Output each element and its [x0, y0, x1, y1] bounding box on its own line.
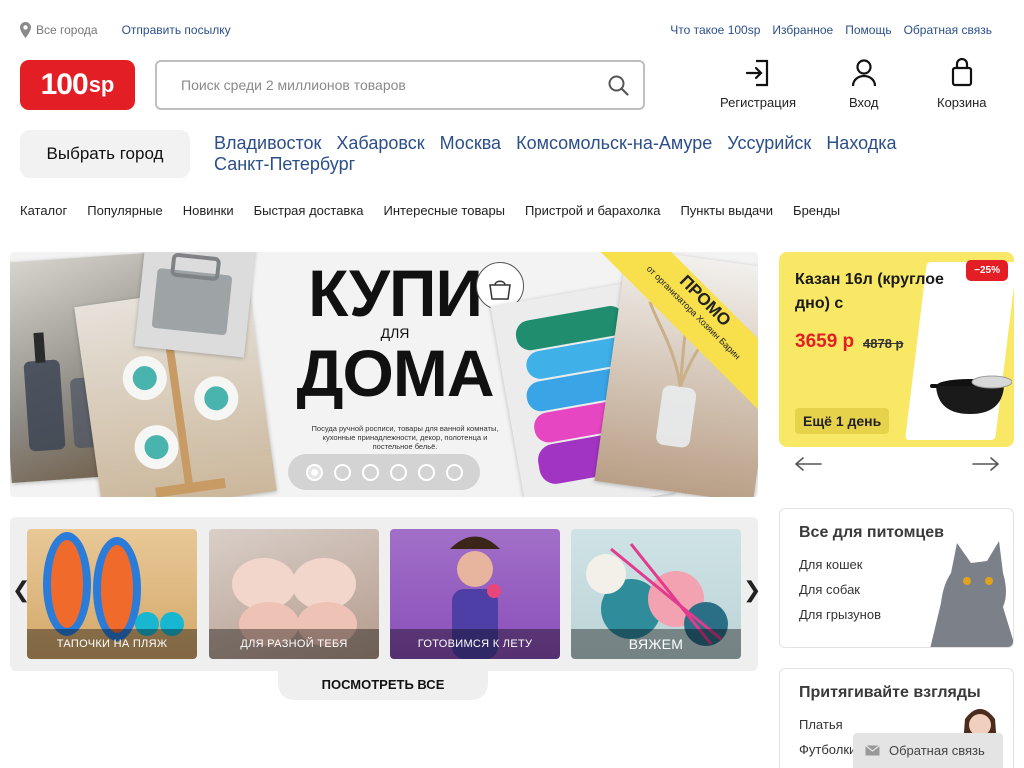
cart-bag-icon: [951, 58, 972, 87]
cart-label: Корзина: [937, 95, 987, 110]
site-logo[interactable]: 100 sp: [20, 60, 135, 110]
slider-dot[interactable]: [389, 463, 407, 481]
top-bar: Все города Отправить посылку Что такое 1…: [20, 18, 992, 42]
deal-old-price: 4878 р: [863, 336, 904, 351]
category-tile[interactable]: Для разной тебя: [209, 529, 379, 659]
banner-description: Посуда ручной росписи, товары для ванной…: [311, 424, 499, 451]
carousel-next-icon[interactable]: ❯: [743, 577, 761, 603]
category-label: Готовимся к лету: [390, 629, 560, 659]
deal-prev-arrow-icon[interactable]: [794, 455, 822, 473]
pets-link[interactable]: Для собак: [799, 582, 860, 597]
logo-suffix-text: sp: [88, 72, 115, 97]
nav-item-catalog[interactable]: Каталог: [20, 203, 67, 218]
nav-item-pickup-points[interactable]: Пункты выдачи: [680, 203, 773, 218]
slider-dot[interactable]: [333, 463, 351, 481]
slider-dot[interactable]: [361, 463, 379, 481]
city-link[interactable]: Санкт-Петербург: [214, 154, 355, 175]
looks-title[interactable]: Притягивайте взгляды: [799, 684, 981, 702]
nav-item-new[interactable]: Новинки: [183, 203, 234, 218]
floating-feedback-button[interactable]: Обратная связь: [853, 733, 1003, 768]
mail-icon: [865, 745, 880, 756]
floating-feedback-label: Обратная связь: [889, 743, 985, 758]
nav-item-popular[interactable]: Популярные: [87, 203, 162, 218]
choose-city-button[interactable]: Выбрать город: [20, 130, 190, 178]
deal-next-arrow-icon[interactable]: [972, 455, 1000, 473]
category-tile[interactable]: Тапочки на пляж: [27, 529, 197, 659]
slider-dot[interactable]: [417, 463, 435, 481]
city-link[interactable]: Комсомольск-на-Амуре: [516, 133, 712, 154]
top-links: Что такое 100sp Избранное Помощь Обратна…: [670, 23, 992, 37]
deal-product-name[interactable]: Казан 16л (круглое дно) с: [795, 268, 955, 316]
nav-item-interesting[interactable]: Интересные товары: [384, 203, 506, 218]
deal-days-left: Ещё 1 день: [795, 408, 890, 434]
register-label: Регистрация: [720, 95, 796, 110]
deal-price: 3659 р: [795, 331, 855, 352]
send-parcel-link[interactable]: Отправить посылку: [122, 23, 231, 37]
pets-card: Все для питомцев Для кошек Для собак Для…: [779, 508, 1014, 648]
category-carousel: ❮ Тапочки на пляж Для разной тебя Готови…: [10, 517, 761, 671]
feedback-link[interactable]: Обратная связь: [904, 23, 992, 37]
category-tile[interactable]: Готовимся к лету: [390, 529, 560, 659]
location-pin-icon: [20, 22, 31, 38]
user-icon: [851, 59, 876, 87]
city-links: Владивосток Хабаровск Москва Комсомольск…: [214, 133, 934, 175]
see-all-button[interactable]: ПОСМОТРЕТЬ ВСЕ: [278, 668, 488, 700]
what-is-100sp-link[interactable]: Что такое 100sp: [670, 23, 760, 37]
looks-link[interactable]: Футболки: [799, 742, 856, 757]
city-link[interactable]: Находка: [826, 133, 896, 154]
looks-link[interactable]: Платья: [799, 717, 843, 732]
search-icon[interactable]: [608, 75, 629, 96]
slider-dot[interactable]: [445, 463, 463, 481]
category-label: Тапочки на пляж: [27, 629, 197, 659]
discount-badge: −25%: [966, 260, 1008, 281]
banner-title-bottom: ДОМА: [296, 336, 495, 410]
help-link[interactable]: Помощь: [845, 23, 891, 37]
nav-item-brands[interactable]: Бренды: [793, 203, 840, 218]
city-selector[interactable]: Все города: [20, 22, 98, 38]
banner-title-top: КУПИ: [308, 256, 483, 330]
city-label: Все города: [36, 23, 98, 37]
city-link[interactable]: Уссурийск: [727, 133, 811, 154]
login-label: Вход: [849, 95, 879, 110]
city-link[interactable]: Хабаровск: [336, 133, 424, 154]
favorites-link[interactable]: Избранное: [772, 23, 833, 37]
nav-item-fast-delivery[interactable]: Быстрая доставка: [254, 203, 364, 218]
deal-card[interactable]: −25% Казан 16л (круглое дно) с 3659 р 48…: [779, 252, 1014, 447]
search-input[interactable]: [157, 62, 577, 108]
nav-item-flea-market[interactable]: Пристрой и барахолка: [525, 203, 660, 218]
city-link[interactable]: Владивосток: [214, 133, 321, 154]
main-nav: Каталог Популярные Новинки Быстрая доста…: [20, 203, 840, 218]
slider-dot-active[interactable]: [305, 463, 323, 481]
city-link[interactable]: Москва: [440, 133, 501, 154]
pets-link[interactable]: Для кошек: [799, 557, 862, 572]
promo-banner[interactable]: КУПИ ДЛЯ ДОМА Посуда ручной росписи, тов…: [10, 252, 758, 497]
login-button[interactable]: Вход: [849, 58, 878, 110]
cart-button[interactable]: Корзина: [937, 58, 987, 110]
category-label: Вяжем: [571, 629, 741, 659]
login-arrow-icon: [745, 59, 769, 87]
logo-main-text: 100: [40, 68, 89, 101]
register-button[interactable]: Регистрация: [720, 58, 796, 110]
pets-link[interactable]: Для грызунов: [799, 607, 881, 622]
slider-dots: [288, 454, 480, 490]
category-tile[interactable]: Вяжем: [571, 529, 741, 659]
search-box: [155, 60, 645, 110]
banner-photo-bag: [134, 252, 256, 358]
category-label: Для разной тебя: [209, 629, 379, 659]
grey-bag-icon: [151, 253, 233, 336]
pets-title[interactable]: Все для питомцев: [799, 524, 944, 542]
cat-image-icon: [930, 541, 1013, 647]
kazan-pot-icon: [930, 375, 1012, 414]
